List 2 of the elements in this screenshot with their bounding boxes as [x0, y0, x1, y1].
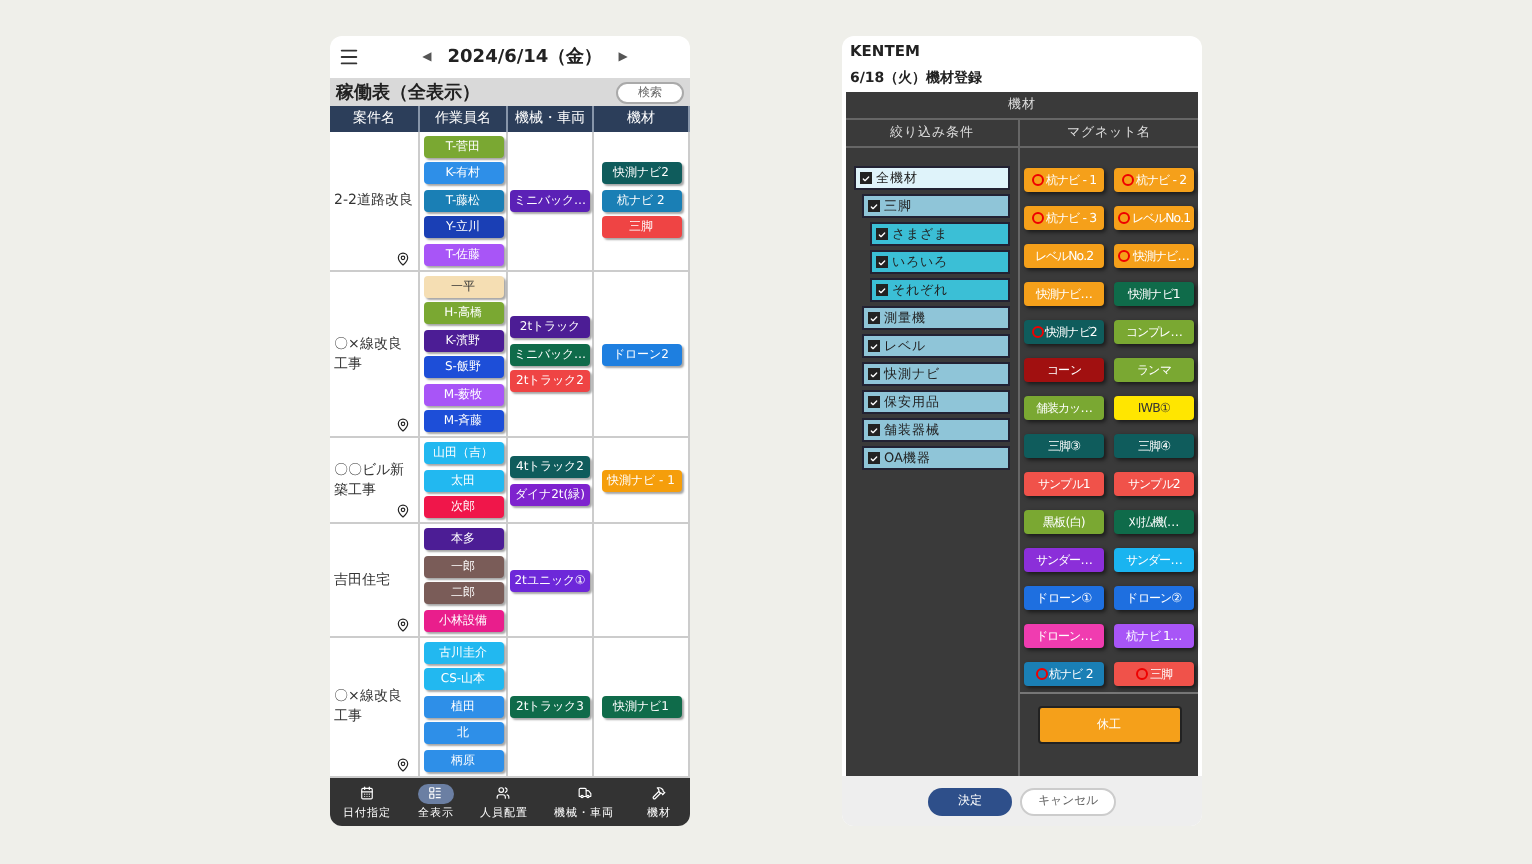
date-title: 2024/6/14（金）: [447, 45, 603, 71]
page-title: 稼働表（全表示）: [336, 80, 480, 106]
